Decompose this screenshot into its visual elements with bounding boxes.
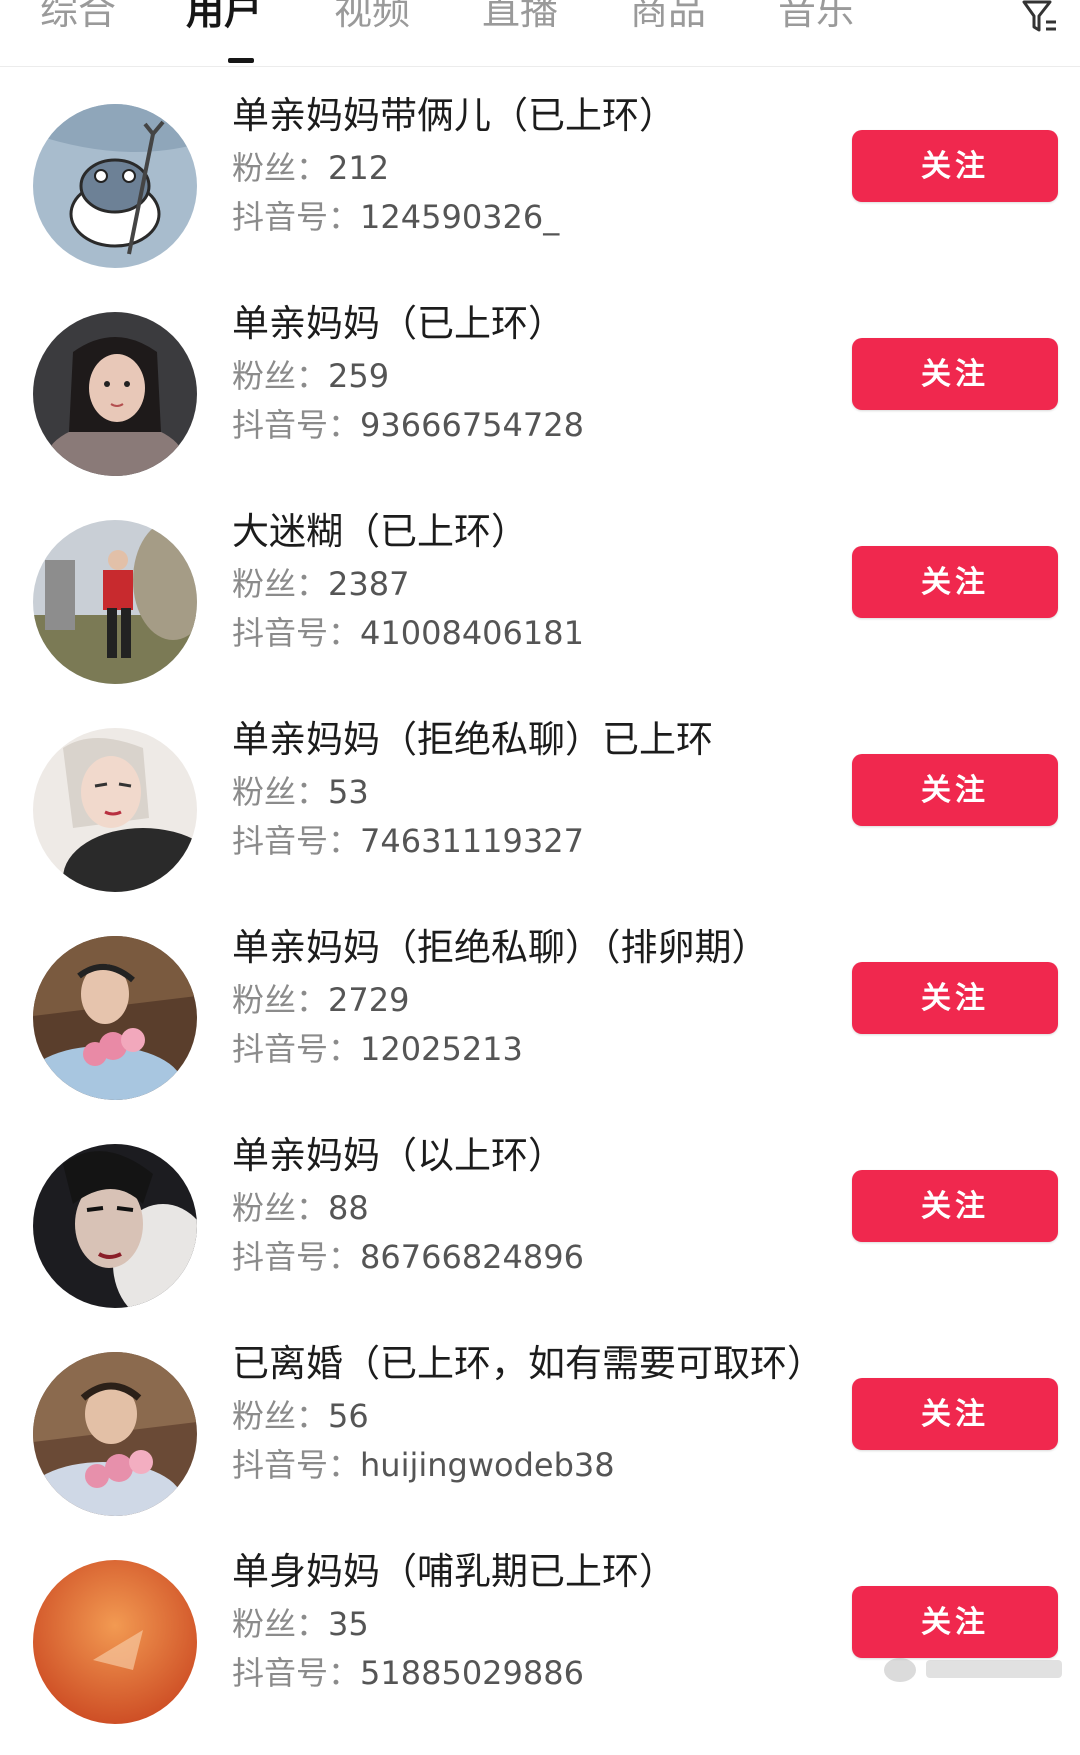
user-row[interactable]: 单亲妈妈（已上环） 粉丝：259 抖音号：93666754728 关注 [0, 300, 1080, 507]
watermark-logo [880, 1652, 1070, 1686]
fans-count: 粉丝：56 [232, 1396, 369, 1436]
follow-button[interactable]: 关注 [852, 1586, 1058, 1658]
user-row[interactable]: 单亲妈妈（拒绝私聊）已上环 粉丝：53 抖音号：74631119327 关注 [0, 716, 1080, 923]
id-label: 抖音号： [232, 198, 361, 236]
id-value: 124590326_ [360, 198, 560, 236]
fans-count: 粉丝：88 [232, 1188, 369, 1228]
id-value: huijingwodeb38 [360, 1446, 615, 1484]
search-tab-bar: 综合 用户 视频 直播 商品 音乐 [0, 0, 1080, 67]
filter-icon[interactable] [1020, 0, 1060, 36]
user-row[interactable]: 单亲妈妈带俩儿（已上环） 粉丝：212 抖音号：124590326_ 关注 [0, 92, 1080, 299]
user-row[interactable]: 单亲妈妈（以上环） 粉丝：88 抖音号：86766824896 关注 [0, 1132, 1080, 1339]
user-name: 单亲妈妈带俩儿（已上环） [232, 94, 676, 137]
tab-products[interactable]: 商品 [630, 0, 706, 36]
fans-count: 粉丝：212 [232, 148, 389, 188]
tab-comprehensive[interactable]: 综合 [40, 0, 116, 36]
id-value: 41008406181 [360, 614, 584, 652]
user-name: 单亲妈妈（以上环） [232, 1134, 565, 1177]
tab-videos[interactable]: 视频 [334, 0, 410, 36]
douyin-id: 抖音号：124590326_ [232, 197, 559, 237]
fans-value: 259 [328, 357, 390, 395]
fans-value: 56 [328, 1397, 369, 1435]
follow-button[interactable]: 关注 [852, 754, 1058, 826]
fans-label: 粉丝： [232, 773, 329, 811]
user-name: 单身妈妈（哺乳期已上环） [232, 1550, 676, 1593]
fans-count: 粉丝：35 [232, 1604, 369, 1644]
follow-button[interactable]: 关注 [852, 338, 1058, 410]
user-name: 大迷糊（已上环） [232, 510, 528, 553]
douyin-id: 抖音号：51885029886 [232, 1653, 584, 1693]
id-label: 抖音号： [232, 1654, 361, 1692]
id-label: 抖音号： [232, 614, 361, 652]
avatar[interactable] [33, 104, 197, 268]
douyin-id: 抖音号：41008406181 [232, 613, 584, 653]
avatar[interactable] [33, 936, 197, 1100]
id-label: 抖音号： [232, 1446, 361, 1484]
user-name: 单亲妈妈（已上环） [232, 302, 565, 345]
avatar[interactable] [33, 1144, 197, 1308]
douyin-id: 抖音号：74631119327 [232, 821, 584, 861]
user-name: 单亲妈妈（拒绝私聊）（排卵期） [232, 926, 769, 969]
fans-label: 粉丝： [232, 357, 329, 395]
id-value: 86766824896 [360, 1238, 584, 1276]
active-tab-indicator [228, 58, 254, 63]
tab-live[interactable]: 直播 [482, 0, 558, 36]
id-label: 抖音号： [232, 1238, 361, 1276]
fans-value: 53 [328, 773, 369, 811]
follow-button[interactable]: 关注 [852, 1378, 1058, 1450]
fans-value: 88 [328, 1189, 369, 1227]
id-value: 74631119327 [360, 822, 584, 860]
fans-count: 粉丝：2387 [232, 564, 409, 604]
avatar[interactable] [33, 520, 197, 684]
fans-count: 粉丝：259 [232, 356, 389, 396]
follow-button[interactable]: 关注 [852, 546, 1058, 618]
avatar[interactable] [33, 1352, 197, 1516]
user-row[interactable]: 大迷糊（已上环） 粉丝：2387 抖音号：41008406181 关注 [0, 508, 1080, 715]
fans-label: 粉丝： [232, 149, 329, 187]
id-value: 93666754728 [360, 406, 584, 444]
fans-value: 2387 [328, 565, 410, 603]
fans-value: 212 [328, 149, 390, 187]
follow-button[interactable]: 关注 [852, 1170, 1058, 1242]
user-name: 单亲妈妈（拒绝私聊）已上环 [232, 718, 713, 761]
id-label: 抖音号： [232, 1030, 361, 1068]
user-name: 已离婚（已上环，如有需要可取环） [232, 1342, 824, 1385]
user-row[interactable]: 单亲妈妈（拒绝私聊）（排卵期） 粉丝：2729 抖音号：12025213 关注 [0, 924, 1080, 1131]
tab-users[interactable]: 用户 [186, 0, 262, 36]
fans-label: 粉丝： [232, 1189, 329, 1227]
avatar[interactable] [33, 1560, 197, 1724]
fans-label: 粉丝： [232, 1397, 329, 1435]
fans-value: 2729 [328, 981, 410, 1019]
douyin-id: 抖音号：93666754728 [232, 405, 584, 445]
id-value: 12025213 [360, 1030, 523, 1068]
douyin-id: 抖音号：huijingwodeb38 [232, 1445, 615, 1485]
follow-button[interactable]: 关注 [852, 962, 1058, 1034]
tab-music[interactable]: 音乐 [778, 0, 854, 36]
fans-value: 35 [328, 1605, 369, 1643]
douyin-id: 抖音号：86766824896 [232, 1237, 584, 1277]
id-label: 抖音号： [232, 822, 361, 860]
fans-label: 粉丝： [232, 1605, 329, 1643]
fans-label: 粉丝： [232, 981, 329, 1019]
avatar[interactable] [33, 312, 197, 476]
fans-count: 粉丝：2729 [232, 980, 409, 1020]
fans-label: 粉丝： [232, 565, 329, 603]
douyin-id: 抖音号：12025213 [232, 1029, 523, 1069]
user-row[interactable]: 已离婚（已上环，如有需要可取环） 粉丝：56 抖音号：huijingwodeb3… [0, 1340, 1080, 1547]
follow-button[interactable]: 关注 [852, 130, 1058, 202]
id-label: 抖音号： [232, 406, 361, 444]
fans-count: 粉丝：53 [232, 772, 369, 812]
avatar[interactable] [33, 728, 197, 892]
id-value: 51885029886 [360, 1654, 584, 1692]
